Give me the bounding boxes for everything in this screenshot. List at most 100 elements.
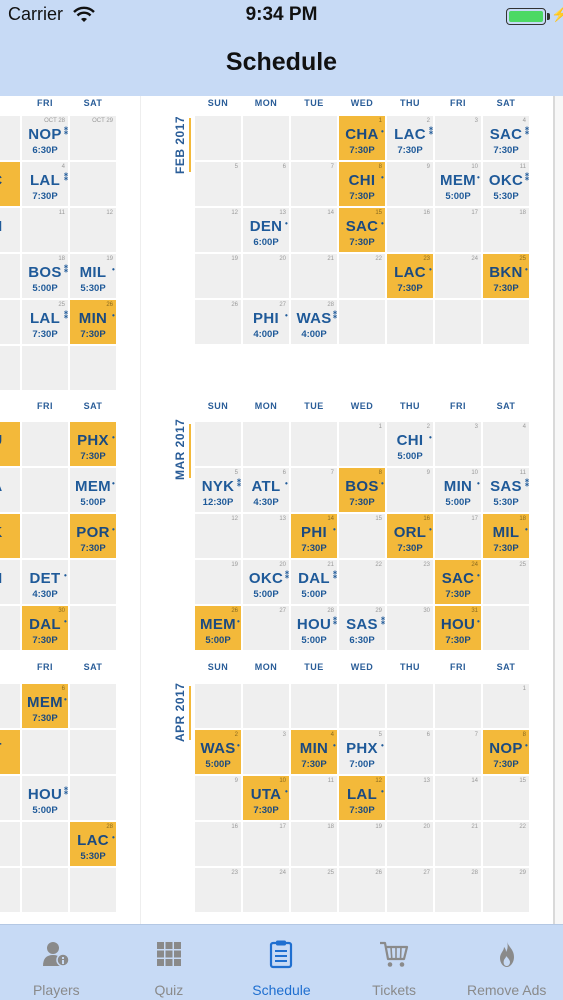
game-cell[interactable]: 2 LAC 7:30P ⁑ bbox=[387, 116, 433, 160]
day-cell[interactable]: 3 bbox=[435, 422, 481, 466]
day-cell[interactable]: 22 bbox=[339, 560, 385, 604]
schedule-content[interactable]: UFRISATOCT 28NOP6:30P⁑OCT 29C4LAL7:30P⁑N… bbox=[0, 96, 563, 924]
day-cell[interactable]: 15 bbox=[483, 776, 529, 820]
day-cell[interactable]: 26 bbox=[195, 300, 241, 344]
day-cell[interactable]: 22 bbox=[339, 254, 385, 298]
game-cell[interactable]: 31 HOU 7:30P • bbox=[435, 606, 481, 650]
game-cell[interactable]: PHX 7:30P • bbox=[70, 422, 116, 466]
day-cell[interactable]: 9 bbox=[387, 162, 433, 206]
day-cell[interactable]: 13 bbox=[387, 776, 433, 820]
day-cell[interactable]: 14 bbox=[291, 208, 337, 252]
game-cell[interactable]: 2 CHI 5:00P • bbox=[387, 422, 433, 466]
day-cell[interactable]: 15 bbox=[339, 514, 385, 558]
game-cell[interactable]: 1 CHA 7:30P • bbox=[339, 116, 385, 160]
day-cell[interactable]: 9 bbox=[387, 468, 433, 512]
day-cell[interactable]: 4 bbox=[483, 422, 529, 466]
previous-calendar-page[interactable]: UFRISATOCT 28NOP6:30P⁑OCT 29C4LAL7:30P⁑N… bbox=[0, 96, 140, 924]
game-cell[interactable]: 25 BKN 7:30P • bbox=[483, 254, 529, 298]
game-cell[interactable]: 5 NYK 12:30P ⁑ bbox=[195, 468, 241, 512]
calendar-page[interactable]: SUN MON TUE WED THU FRI SAT FEB 2017 3 5 6 7 9 12 14 16… bbox=[140, 96, 555, 924]
game-cell[interactable]: 30 DAL 7:30P • bbox=[22, 606, 68, 650]
day-cell[interactable]: 3 bbox=[243, 730, 289, 774]
day-cell[interactable]: 30 bbox=[387, 606, 433, 650]
game-cell[interactable]: 6 ATL 4:30P • bbox=[243, 468, 289, 512]
game-cell[interactable]: N bbox=[0, 208, 20, 252]
game-cell[interactable]: K bbox=[0, 514, 20, 558]
day-cell[interactable]: 16 bbox=[387, 208, 433, 252]
day-cell[interactable]: 12 bbox=[195, 514, 241, 558]
game-cell[interactable]: 18 MIL 7:30P • bbox=[483, 514, 529, 558]
tab-schedule[interactable]: Schedule bbox=[225, 925, 338, 1000]
day-cell[interactable]: 18 bbox=[483, 208, 529, 252]
game-cell[interactable]: 4 LAL 7:30P ⁑ bbox=[22, 162, 68, 206]
day-cell[interactable]: 26 bbox=[339, 868, 385, 912]
day-cell[interactable]: 7 bbox=[291, 162, 337, 206]
day-cell[interactable]: 18 bbox=[291, 822, 337, 866]
day-cell[interactable]: 6 bbox=[243, 162, 289, 206]
day-cell[interactable]: 5 bbox=[195, 162, 241, 206]
game-cell[interactable]: OCT 28 NOP 6:30P ⁑ bbox=[22, 116, 68, 160]
day-cell[interactable]: 24 bbox=[243, 868, 289, 912]
tab-remove-ads[interactable]: Remove Ads bbox=[450, 925, 563, 1000]
day-cell[interactable]: 28 bbox=[435, 868, 481, 912]
tab-tickets[interactable]: Tickets bbox=[338, 925, 451, 1000]
game-cell[interactable]: 2 WAS 5:00P • bbox=[195, 730, 241, 774]
game-cell[interactable]: U bbox=[0, 422, 20, 466]
game-cell[interactable]: 24 SAC 7:30P • bbox=[435, 560, 481, 604]
game-cell[interactable]: T bbox=[0, 730, 20, 774]
day-cell[interactable]: 27 bbox=[243, 606, 289, 650]
day-cell[interactable]: 25 bbox=[291, 868, 337, 912]
game-cell[interactable]: 20 OKC 5:00P ⁑ bbox=[243, 560, 289, 604]
day-cell[interactable]: 6 bbox=[387, 730, 433, 774]
game-cell[interactable]: 8 NOP 7:30P • bbox=[483, 730, 529, 774]
day-cell[interactable]: OCT 29 bbox=[70, 116, 116, 160]
game-cell[interactable]: 25 LAL 7:30P ⁑ bbox=[22, 300, 68, 344]
day-cell[interactable]: 14 bbox=[435, 776, 481, 820]
game-cell[interactable]: 26 MIN 7:30P • bbox=[70, 300, 116, 344]
game-cell[interactable]: 14 PHI 7:30P • bbox=[291, 514, 337, 558]
day-cell[interactable]: 12 bbox=[70, 208, 116, 252]
day-cell[interactable]: 27 bbox=[387, 868, 433, 912]
game-cell[interactable]: 29 SAS 6:30P ⁑ bbox=[339, 606, 385, 650]
day-cell[interactable]: 11 bbox=[291, 776, 337, 820]
game-cell[interactable]: C bbox=[0, 162, 20, 206]
game-cell[interactable]: 4 SAC 7:30P ⁑ bbox=[483, 116, 529, 160]
game-cell[interactable]: 11 SAS 5:30P ⁑ bbox=[483, 468, 529, 512]
game-cell[interactable]: 28 WAS 4:00P ⁑ bbox=[291, 300, 337, 344]
tab-players[interactable]: Players bbox=[0, 925, 113, 1000]
game-cell[interactable]: 27 PHI 4:00P • bbox=[243, 300, 289, 344]
game-cell[interactable]: 19 MIL 5:30P • bbox=[70, 254, 116, 298]
day-cell[interactable]: 16 bbox=[195, 822, 241, 866]
game-cell[interactable]: HOU 5:00P ⁑ bbox=[22, 776, 68, 820]
day-cell[interactable]: 25 bbox=[483, 560, 529, 604]
game-cell[interactable]: 28 LAC 5:30P • bbox=[70, 822, 116, 866]
game-cell[interactable]: 26 MEM 5:00P • bbox=[195, 606, 241, 650]
game-cell[interactable]: 21 DAL 5:00P ⁑ bbox=[291, 560, 337, 604]
game-cell[interactable]: 10 UTA 7:30P • bbox=[243, 776, 289, 820]
day-cell[interactable]: 3 bbox=[435, 116, 481, 160]
game-cell[interactable]: 8 BOS 7:30P • bbox=[339, 468, 385, 512]
game-cell[interactable]: DET 4:30P • bbox=[22, 560, 68, 604]
day-cell[interactable]: 11 bbox=[22, 208, 68, 252]
game-cell[interactable]: POR 7:30P • bbox=[70, 514, 116, 558]
game-cell[interactable]: 4 MIN 7:30P • bbox=[291, 730, 337, 774]
game-cell[interactable]: 18 BOS 5:00P ⁑ bbox=[22, 254, 68, 298]
game-cell[interactable]: 23 LAC 7:30P • bbox=[387, 254, 433, 298]
day-cell[interactable]: 24 bbox=[435, 254, 481, 298]
game-cell[interactable]: 11 OKC 5:30P ⁑ bbox=[483, 162, 529, 206]
day-cell[interactable]: 1 bbox=[483, 684, 529, 728]
day-cell[interactable]: 12 bbox=[195, 208, 241, 252]
game-cell[interactable]: 6 MEM 7:30P • bbox=[22, 684, 68, 728]
day-cell[interactable]: 17 bbox=[435, 514, 481, 558]
game-cell[interactable]: 28 HOU 5:00P ⁑ bbox=[291, 606, 337, 650]
day-cell[interactable]: 19 bbox=[195, 254, 241, 298]
game-cell[interactable]: 12 LAL 7:30P • bbox=[339, 776, 385, 820]
day-cell[interactable]: 22 bbox=[483, 822, 529, 866]
day-cell[interactable]: 9 bbox=[195, 776, 241, 820]
day-cell[interactable]: 19 bbox=[195, 560, 241, 604]
day-cell[interactable]: 7 bbox=[435, 730, 481, 774]
day-cell[interactable]: 7 bbox=[291, 468, 337, 512]
game-cell[interactable]: N bbox=[0, 560, 20, 604]
game-cell[interactable]: 10 MEM 5:00P • bbox=[435, 162, 481, 206]
day-cell[interactable]: 19 bbox=[339, 822, 385, 866]
